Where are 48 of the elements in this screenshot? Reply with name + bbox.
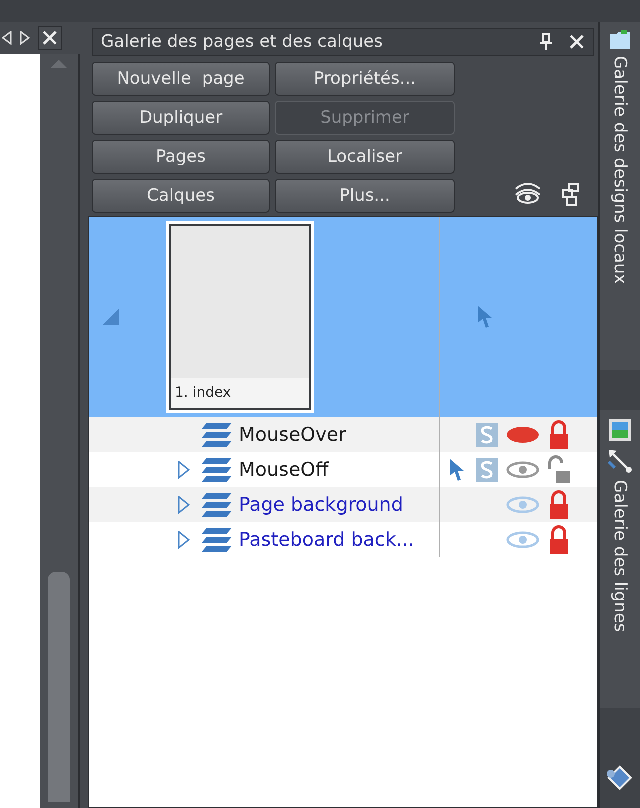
gallery-button[interactable]: Pages <box>92 140 270 174</box>
scrollbar[interactable] <box>40 54 78 808</box>
page-label: 1. index <box>171 378 309 408</box>
picture-frame-icon <box>608 418 632 442</box>
side-tab[interactable]: Galerie des designs locaux <box>600 22 640 370</box>
next-icon[interactable] <box>20 31 30 45</box>
lock-icon[interactable] <box>548 420 570 450</box>
gallery-button[interactable]: Calques <box>92 179 270 213</box>
gallery-button[interactable]: Localiser <box>275 140 455 174</box>
sticky-icon[interactable] <box>476 458 498 482</box>
page-row[interactable]: 1. index <box>89 217 597 417</box>
layer-name: MouseOff <box>239 458 329 480</box>
gallery-button[interactable]: Propriétés... <box>275 62 455 96</box>
eye-icon[interactable] <box>506 460 540 478</box>
previous-icon[interactable] <box>2 31 12 45</box>
side-tab[interactable]: Galerie des lignes <box>600 410 640 708</box>
gallery-button[interactable]: Nouvelle page <box>92 62 270 96</box>
side-tab-label: Galerie des designs locaux <box>610 56 630 284</box>
lock-icon[interactable] <box>548 524 570 554</box>
lock-icon[interactable] <box>548 490 570 520</box>
expand-icon[interactable] <box>178 460 190 478</box>
expand-icon[interactable] <box>178 496 190 514</box>
pointer-icon <box>476 305 494 329</box>
line-tool-icon <box>607 448 633 474</box>
folder-icon <box>609 30 631 50</box>
unlocked-icon[interactable] <box>548 454 570 484</box>
page-thumbnail[interactable]: 1. index <box>169 224 311 410</box>
layers-icon <box>201 456 233 482</box>
layers-icon <box>201 422 233 448</box>
layer-row[interactable]: Page background <box>89 487 597 522</box>
pin-icon[interactable] <box>539 33 553 51</box>
gallery-button[interactable]: Dupliquer <box>92 101 270 135</box>
eye-icon[interactable] <box>506 426 540 444</box>
layer-name: Pasteboard back... <box>239 528 414 550</box>
layer-row[interactable]: MouseOver <box>89 417 597 452</box>
panel-title: Galerie des pages et des calques <box>101 32 384 52</box>
close-icon[interactable] <box>38 26 62 50</box>
sticky-icon[interactable] <box>476 422 498 446</box>
layers-icon <box>201 492 233 518</box>
expand-icon[interactable] <box>178 530 190 548</box>
side-tab-label: Galerie des lignes <box>610 480 630 632</box>
layers-icon <box>201 526 233 552</box>
gallery-button[interactable]: Plus... <box>275 179 455 213</box>
layer-name: MouseOver <box>239 424 346 446</box>
eye-layers-icon[interactable] <box>514 181 542 205</box>
pointer-icon <box>448 458 466 482</box>
scroll-thumb[interactable] <box>48 572 70 802</box>
layer-name: Page background <box>239 494 404 516</box>
